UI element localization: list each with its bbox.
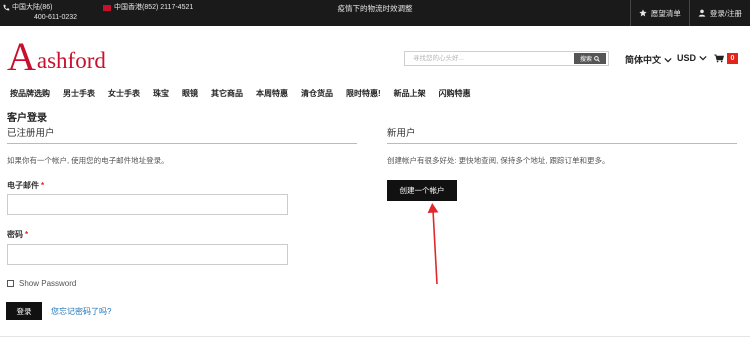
nav-item-flash-deals[interactable]: 限时特惠!	[346, 88, 381, 99]
chevron-down-icon	[699, 55, 707, 61]
cart-icon	[714, 54, 724, 63]
show-password-label: Show Password	[19, 279, 77, 288]
registered-users-title: 已注册用户	[7, 128, 55, 139]
divider	[7, 143, 357, 144]
nav-item-jewelry[interactable]: 珠宝	[153, 88, 169, 99]
nav-item-eyewear[interactable]: 眼镜	[182, 88, 198, 99]
nav-item-new-arrivals[interactable]: 新品上架	[394, 88, 426, 99]
create-account-button[interactable]: 创建一个帐户	[387, 180, 457, 201]
chevron-down-icon	[664, 57, 672, 62]
page-title: 客户登录	[7, 113, 47, 124]
show-password-checkbox[interactable]	[7, 280, 14, 287]
new-users-title: 新用户	[387, 128, 416, 139]
password-field[interactable]	[7, 244, 288, 265]
nav-item-womens-watches[interactable]: 女士手表	[108, 88, 140, 99]
nav-item-weekly-deals[interactable]: 本周特惠	[256, 88, 288, 99]
forgot-password-link[interactable]: 您忘记密码了吗?	[51, 306, 111, 317]
cart-count-badge: 0	[727, 53, 738, 64]
top-bar: 中国大陆(86) 400-611-0232 中国香港(852) 2117-452…	[0, 0, 750, 26]
required-mark: *	[25, 230, 29, 239]
divider	[0, 336, 750, 337]
main-nav: 按品牌选购 男士手表 女士手表 珠宝 眼镜 其它商品 本周特惠 清仓货品 限时特…	[10, 88, 484, 99]
password-label-text: 密码	[7, 230, 23, 239]
user-icon	[698, 9, 706, 17]
password-label: 密码 *	[7, 229, 28, 240]
notice-link[interactable]: 疫情下的物流时效调整	[338, 4, 413, 13]
phone-icon	[3, 4, 10, 11]
hk-phone[interactable]: 中国香港(852) 2117-4521	[103, 3, 193, 13]
registered-hint: 如果你有一个帐户, 使用您的电子邮件地址登录。	[7, 156, 169, 165]
star-icon	[639, 9, 647, 17]
mainland-phone[interactable]: 中国大陆(86) 400-611-0232	[2, 3, 77, 23]
currency-label: USD	[677, 53, 697, 63]
wishlist-label: 愿望清单	[650, 8, 681, 18]
show-password-toggle[interactable]: Show Password	[7, 279, 76, 288]
account-link[interactable]: 登录/注册	[688, 0, 750, 26]
new-user-hint: 创建帐户有很多好处: 更快地查阅, 保持多个地址, 跟踪订单和更多。	[387, 156, 610, 165]
logo-mark: A	[7, 34, 36, 79]
email-label: 电子邮件 *	[7, 180, 44, 191]
wishlist-link[interactable]: 愿望清单	[629, 0, 689, 26]
search-button-label: 搜索	[579, 57, 592, 63]
divider	[387, 143, 737, 144]
language-label: 简体中文	[625, 55, 662, 65]
login-button[interactable]: 登录	[6, 302, 42, 320]
email-label-text: 电子邮件	[7, 181, 39, 190]
nav-item-other[interactable]: 其它商品	[211, 88, 243, 99]
ashford-logo[interactable]: A ashford	[7, 34, 106, 79]
mainland-phone-region: 中国大陆(86)	[12, 4, 53, 11]
cart-button[interactable]: 0	[714, 53, 738, 64]
nav-item-mens-watches[interactable]: 男士手表	[63, 88, 95, 99]
nav-item-brands[interactable]: 按品牌选购	[10, 88, 50, 99]
nav-item-clearance[interactable]: 清仓货品	[301, 88, 333, 99]
hk-phone-text: 中国香港(852) 2117-4521	[114, 4, 194, 11]
logo-text: ashford	[36, 48, 106, 73]
hk-flag-icon	[103, 5, 111, 11]
search-input[interactable]	[405, 52, 574, 65]
currency-selector[interactable]: USD	[677, 53, 707, 63]
language-selector[interactable]: 简体中文	[625, 53, 672, 66]
account-label: 登录/注册	[709, 8, 742, 18]
annotation-arrow-icon	[427, 203, 439, 285]
email-field[interactable]	[7, 194, 288, 215]
nav-item-flash-sale[interactable]: 闪购特惠	[439, 88, 471, 99]
search-button[interactable]: 搜索	[574, 53, 606, 64]
required-mark: *	[41, 181, 45, 190]
search-box: 搜索	[404, 51, 609, 66]
mainland-phone-number: 400-611-0232	[34, 14, 78, 21]
search-icon	[594, 55, 600, 62]
